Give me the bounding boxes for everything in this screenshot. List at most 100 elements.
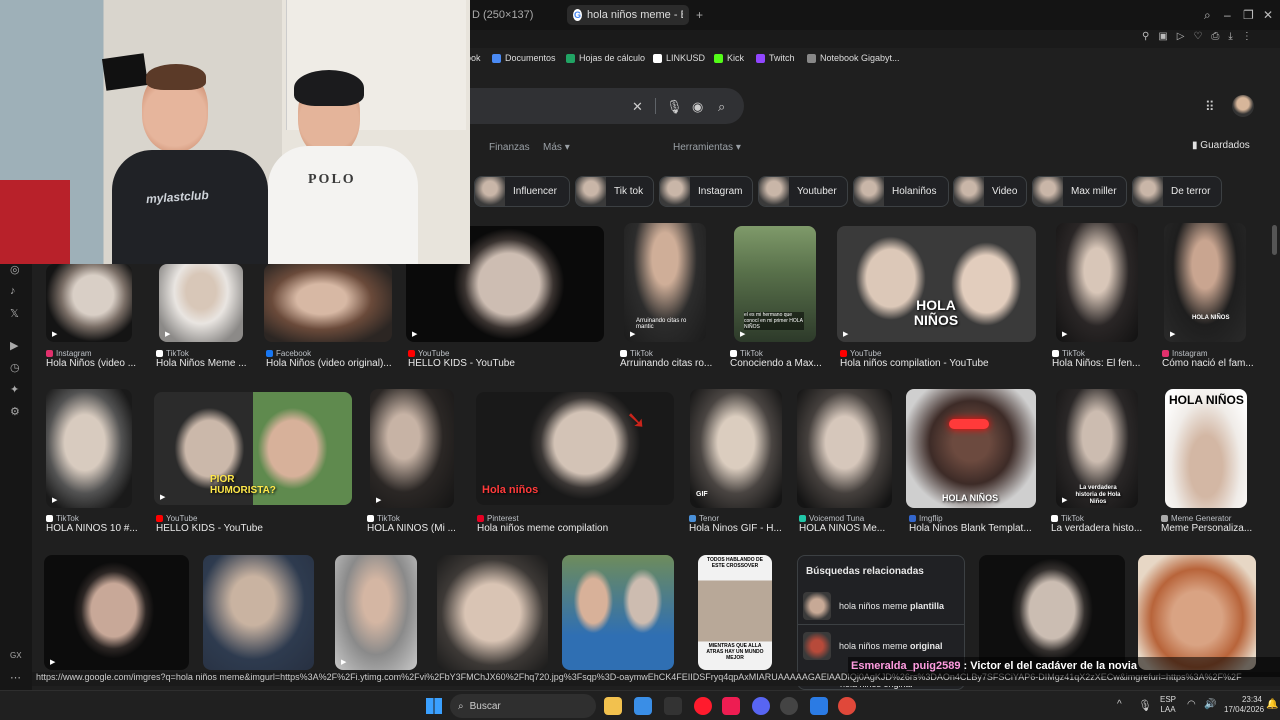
image-result[interactable]: GIF xyxy=(690,389,782,508)
chip-tiktok[interactable]: Tik tok xyxy=(575,176,654,207)
result-caption[interactable]: TikTok Arruinando citas ro... xyxy=(620,349,712,369)
tiktok-app-icon[interactable] xyxy=(722,697,740,715)
result-caption[interactable]: Facebook Hola Niños (video original)... xyxy=(266,349,396,369)
result-caption[interactable]: TikTok HOLA NIÑOS (Mi ... xyxy=(367,514,459,534)
player-icon[interactable]: ▶ xyxy=(10,339,18,352)
app-icon[interactable] xyxy=(664,697,682,715)
image-result[interactable]: ▶ xyxy=(159,264,243,342)
image-result[interactable]: TODOS HABLANDO DE ESTE CROSSOVER MIENTRAS… xyxy=(698,555,772,670)
history-icon[interactable]: ◷ xyxy=(10,361,20,374)
scrollbar[interactable] xyxy=(1272,225,1277,255)
image-result[interactable]: ▶ xyxy=(46,389,132,508)
image-result[interactable]: HOLA NIÑOS xyxy=(906,389,1036,508)
bookmark-kick[interactable]: Kick xyxy=(714,53,744,63)
apps-grid-icon[interactable]: ⠿ xyxy=(1205,99,1215,115)
image-result[interactable] xyxy=(203,555,314,670)
gx-control-button[interactable]: GX xyxy=(10,651,22,660)
language-indicator[interactable]: ESP LAA xyxy=(1160,695,1176,715)
maximize-icon[interactable]: ❐ xyxy=(1243,8,1254,22)
x-icon[interactable]: 𝕏 xyxy=(10,307,19,320)
microphone-icon[interactable]: 🎙 xyxy=(666,99,683,115)
tab-google-search[interactable]: Ghola niños meme - Buscar xyxy=(567,5,689,25)
bookmark-twitch[interactable]: Twitch xyxy=(756,53,795,63)
related-item[interactable]: hola niños meme plantilla xyxy=(803,592,959,620)
result-caption[interactable]: Instagram Cómo nació el fam... xyxy=(1162,349,1254,369)
search-tabs-icon[interactable]: ⌕ xyxy=(1204,8,1211,23)
result-caption[interactable]: TikTok Hola Niños: El fen... xyxy=(1052,349,1144,369)
result-caption[interactable]: Instagram Hola Niños (video ... xyxy=(46,349,136,369)
image-result[interactable]: PIOR HUMORISTA? ▶ xyxy=(154,392,352,505)
new-tab-button[interactable]: + xyxy=(696,8,703,22)
image-result[interactable] xyxy=(437,555,548,670)
result-caption[interactable]: Meme Generator Meme Personaliza... xyxy=(1161,514,1255,534)
tab-mas[interactable]: Más ▾ xyxy=(543,142,570,153)
result-caption[interactable]: TikTok Conociendo a Max... xyxy=(730,349,822,369)
bookmark-notebook[interactable]: Notebook Gigabyt... xyxy=(807,53,900,63)
tools-button[interactable]: Herramientas ▾ xyxy=(673,142,741,153)
taskbar-search[interactable]: ⌕ Buscar xyxy=(450,694,596,718)
result-caption[interactable]: Imgflip Hola Ninos Blank Templat... xyxy=(909,514,1041,534)
discord-icon[interactable] xyxy=(752,697,770,715)
more-icon[interactable]: ⋯ xyxy=(10,671,21,684)
image-result[interactable]: ▶ xyxy=(335,555,417,670)
image-result[interactable]: el es mi hermano que conocí en mi primer… xyxy=(734,226,816,342)
minimize-icon[interactable]: – xyxy=(1224,8,1231,22)
result-caption[interactable]: TikTok Hola Niños Meme ... xyxy=(156,349,248,369)
bookmark-linkusd[interactable]: LINKUSD xyxy=(653,53,705,63)
clock[interactable]: 23:34 17/04/2026 xyxy=(1224,695,1264,715)
related-item[interactable]: hola niños meme original xyxy=(803,632,959,660)
settings-icon[interactable]: ⚙ xyxy=(10,405,20,418)
result-caption[interactable]: YouTube HELLO KIDS - YouTube xyxy=(408,349,608,369)
extensions-icon[interactable]: ✦ xyxy=(10,383,19,396)
image-result[interactable]: ▶ xyxy=(46,264,132,342)
search-input[interactable]: ✕ 🎙 ◉ ⌕ xyxy=(470,88,744,124)
image-result[interactable]: HOLA NIÑOS ▶ xyxy=(837,226,1036,342)
notifications-icon[interactable]: 🔔 xyxy=(1266,699,1278,710)
image-result[interactable] xyxy=(979,555,1125,670)
lens-icon[interactable]: ◉ xyxy=(692,99,703,115)
bookmark-sheets[interactable]: Hojas de cálculo xyxy=(566,53,645,63)
toolbar-icons[interactable]: ⚲▣▷♡⎙⤓⋮ xyxy=(1142,31,1261,42)
image-result[interactable]: ▶ xyxy=(370,389,454,508)
avatar[interactable] xyxy=(1232,95,1254,117)
chip-instagram[interactable]: Instagram xyxy=(659,176,753,207)
result-caption[interactable]: Pinterest Hola niños meme compilation xyxy=(477,514,675,534)
image-result[interactable]: ➘ Hola niños xyxy=(476,392,674,505)
image-result[interactable]: Arruinando citas ro mantic ▶ xyxy=(624,223,706,342)
chip-youtuber[interactable]: Youtuber xyxy=(758,176,848,207)
saved-button[interactable]: ▮ Guardados xyxy=(1192,140,1250,151)
close-icon[interactable]: ✕ xyxy=(1263,8,1273,22)
photos-icon[interactable] xyxy=(634,697,652,715)
image-result[interactable]: ▶ xyxy=(44,555,189,670)
wifi-icon[interactable]: ◠ xyxy=(1187,699,1196,710)
file-explorer-icon[interactable] xyxy=(604,697,622,715)
result-caption[interactable]: TikTok La verdadera histo... xyxy=(1051,514,1143,534)
chip-influencer[interactable]: Influencer xyxy=(474,176,570,207)
chip-holaninos[interactable]: Holaniños xyxy=(853,176,949,207)
instagram-icon[interactable]: ◎ xyxy=(10,263,20,276)
image-result[interactable] xyxy=(1138,555,1256,670)
tab-image[interactable]: D (250×137) xyxy=(466,5,562,25)
bookmark-docs[interactable]: Documentos xyxy=(492,53,556,63)
windows-start-icon[interactable] xyxy=(426,698,442,714)
clear-icon[interactable]: ✕ xyxy=(632,99,643,115)
image-result[interactable]: HOLA NIÑOS ▶ xyxy=(1164,223,1246,342)
image-result[interactable]: ▶ xyxy=(1056,223,1138,342)
image-result[interactable]: HOLA NIÑOS xyxy=(1165,389,1247,508)
search-icon[interactable]: ⌕ xyxy=(718,99,725,115)
chevron-up-icon[interactable]: ^ xyxy=(1117,699,1122,710)
tiktok-icon[interactable]: ♪ xyxy=(10,285,16,297)
result-caption[interactable]: Voicemod Tuna HOLA NIÑOS Me... xyxy=(799,514,893,534)
result-caption[interactable]: Tenor Hola Ninos GIF - H... xyxy=(689,514,783,534)
opera-gx-icon[interactable] xyxy=(694,697,712,715)
image-result[interactable] xyxy=(797,389,892,508)
image-result[interactable] xyxy=(264,264,392,342)
volume-icon[interactable]: 🔊 xyxy=(1204,699,1216,710)
obs-icon[interactable] xyxy=(780,697,798,715)
chip-de-terror[interactable]: De terror xyxy=(1132,176,1222,207)
image-result[interactable] xyxy=(562,555,674,670)
tab-finanzas[interactable]: Finanzas xyxy=(489,142,530,153)
result-caption[interactable]: YouTube HELLO KIDS - YouTube xyxy=(156,514,352,534)
chip-max-miller[interactable]: Max miller xyxy=(1032,176,1127,207)
result-caption[interactable]: TikTok HOLA NIÑOS 10 #... xyxy=(46,514,138,534)
